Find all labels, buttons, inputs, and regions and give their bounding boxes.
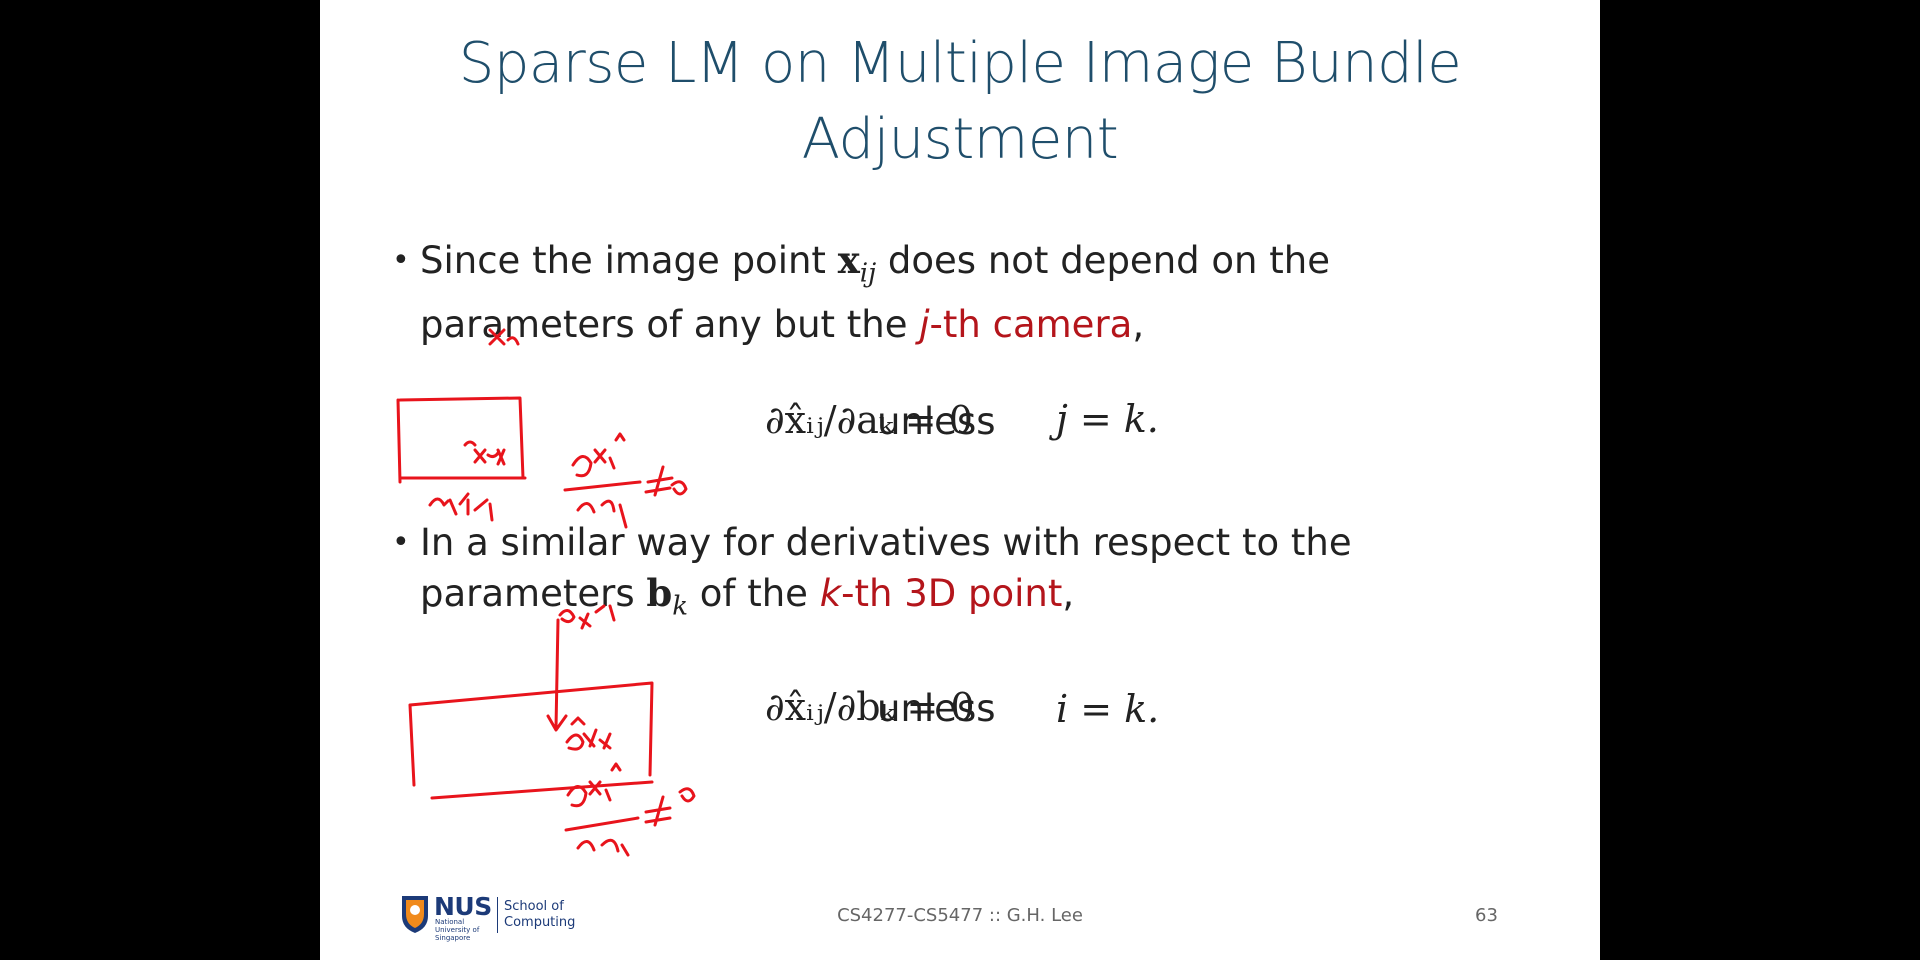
bullet-1: • Since the image point xij does not dep…: [392, 235, 1520, 350]
red-camera: -th camera: [929, 303, 1133, 347]
ink-not-equal-zero-1: [644, 465, 688, 497]
slide-title: Sparse LM on Multiple Image Bundle Adjus…: [320, 26, 1600, 178]
bullet-2-line-1: In a similar way for derivatives with re…: [420, 521, 1352, 564]
ink-xij-in-box-2: [565, 716, 612, 751]
math-b: b: [646, 571, 673, 615]
unless-1: unless: [877, 400, 996, 443]
math-sub-ij: ij: [859, 258, 877, 289]
red-j: j: [919, 303, 930, 347]
bullet-2-line-2: parameters bk of the k-th 3D point,: [420, 571, 1075, 622]
condition-2: i = k.: [1056, 687, 1160, 731]
bullet-1-line-2: parameters of any but the j-th camera,: [420, 303, 1145, 347]
condition-1: j = k.: [1056, 397, 1159, 441]
red-3d-point: -th 3D point: [841, 572, 1063, 615]
math-x: x: [837, 238, 860, 282]
bullet-2: • In a similar way for derivatives with …: [392, 517, 1520, 632]
ink-fraction-2-num: [566, 762, 622, 808]
ink-fraction-2-bar: [564, 816, 640, 832]
ink-fraction-1-num: [571, 432, 626, 478]
page-number: 63: [1475, 905, 1498, 926]
math-sub-k: k: [672, 591, 689, 622]
title-line-2: Adjustment: [801, 107, 1119, 172]
red-k: k: [819, 572, 842, 615]
title-line-1: Sparse LM on Multiple Image Bundle: [458, 31, 1462, 96]
ink-not-equal-zero-2: [644, 787, 696, 827]
ink-arrow: [546, 618, 568, 732]
ink-box-2: [408, 681, 654, 800]
ink-box-1: [396, 396, 527, 484]
ink-x-in-box-1: [463, 440, 506, 466]
slide: Sparse LM on Multiple Image Bundle Adjus…: [320, 0, 1600, 960]
ink-fraction-1-bar: [563, 480, 642, 492]
ink-fraction-2-den: [576, 838, 630, 857]
bullet-dot: •: [392, 243, 410, 278]
bullet-dot: •: [392, 525, 410, 560]
bullet-1-line-1: Since the image point xij does not depen…: [420, 238, 1330, 289]
footer-course: CS4277-CS5477 :: G.H. Lee: [837, 905, 1083, 926]
unless-2: unless: [877, 687, 996, 730]
